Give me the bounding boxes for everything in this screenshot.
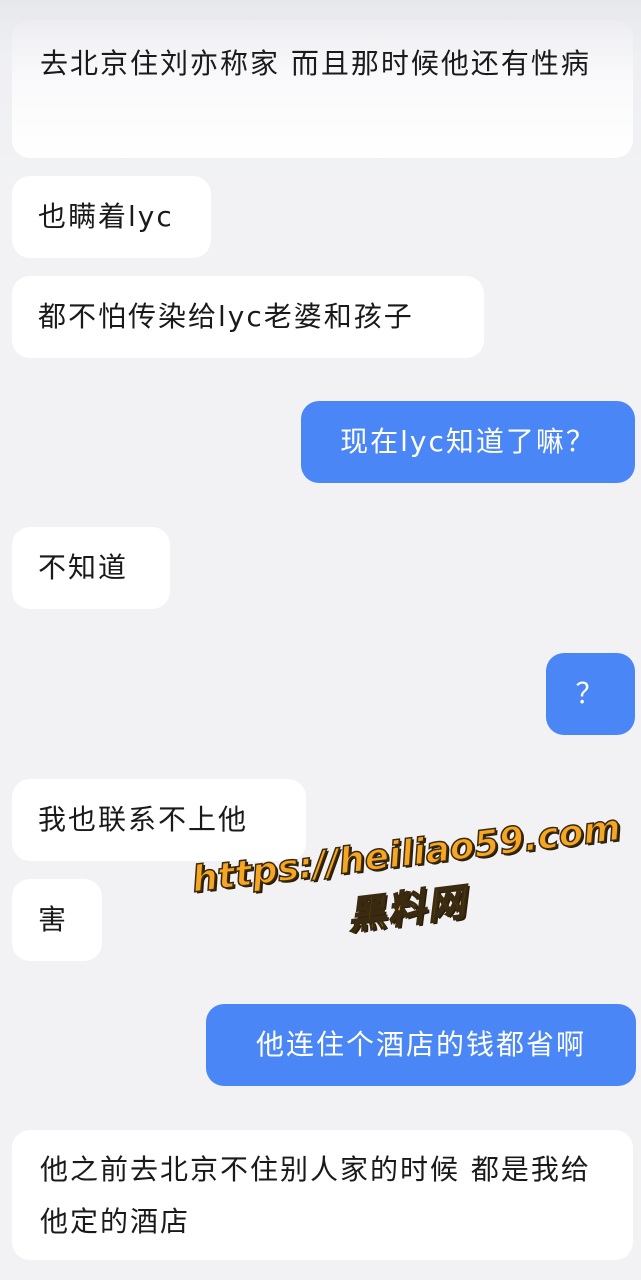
message-sent[interactable]: 他连住个酒店的钱都省啊 [206, 1004, 636, 1086]
message-received[interactable]: 他之前去北京不住别人家的时候 都是我给他定的酒店 [12, 1130, 633, 1260]
message-received[interactable]: 都不怕传染给lyc老婆和孩子 [12, 276, 484, 358]
message-text: 也瞒着lyc [38, 200, 174, 233]
message-text: 他连住个酒店的钱都省啊 [255, 1028, 586, 1061]
message-received[interactable]: 去北京住刘亦称家 而且那时候他还有性病 [12, 20, 633, 158]
message-received[interactable]: 我也联系不上他 [12, 779, 306, 861]
message-sent[interactable]: ？ [546, 653, 635, 735]
message-received[interactable]: 害 [12, 879, 102, 961]
chat-thread: 去北京住刘亦称家 而且那时候他还有性病 也瞒着lyc 都不怕传染给lyc老婆和孩… [0, 0, 641, 1280]
message-text: 他之前去北京不住别人家的时候 都是我给他定的酒店 [40, 1153, 591, 1238]
message-text: 都不怕传染给lyc老婆和孩子 [38, 300, 414, 333]
message-text: 不知道 [38, 551, 129, 584]
message-received[interactable]: 也瞒着lyc [12, 176, 211, 258]
message-text: 害 [38, 903, 69, 936]
message-text: 去北京住刘亦称家 而且那时候他还有性病 [40, 47, 591, 80]
message-text: 我也联系不上他 [38, 803, 249, 836]
message-text: ？ [575, 677, 606, 710]
message-received[interactable]: 不知道 [12, 527, 170, 609]
message-text: 现在lyc知道了嘛？ [340, 425, 596, 458]
watermark-site-name: 黑料网 [344, 879, 470, 939]
message-sent[interactable]: 现在lyc知道了嘛？ [301, 401, 635, 483]
